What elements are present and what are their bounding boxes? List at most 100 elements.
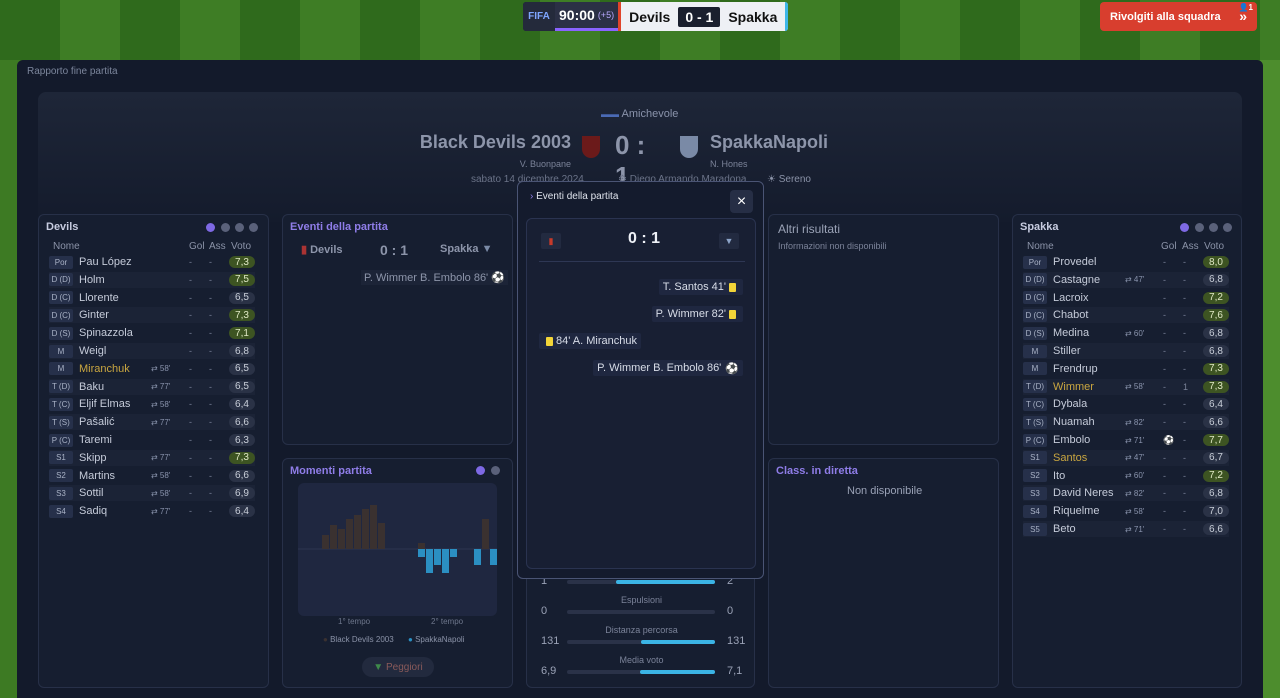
modal-title: › Eventi della partita xyxy=(530,191,619,202)
page-dot[interactable] xyxy=(1209,223,1218,232)
page-dot[interactable] xyxy=(249,223,258,232)
assists-value: - xyxy=(209,452,212,463)
assists-value: - xyxy=(1183,257,1186,267)
goals-value: - xyxy=(1163,363,1166,374)
goals-value: - xyxy=(189,346,192,356)
assists-value: - xyxy=(209,328,212,339)
player-row[interactable]: D (C) Llorente - - 6,5 xyxy=(49,290,255,306)
assists-value: - xyxy=(1183,452,1186,463)
rating-value: 7,2 xyxy=(1203,291,1229,304)
player-name: Dybala xyxy=(1053,398,1088,411)
added-time: (+5) xyxy=(597,10,615,20)
player-row[interactable]: T (S) Pašalić ⇄ 77' - - 6,6 xyxy=(49,414,255,431)
page-dot[interactable] xyxy=(476,466,485,475)
substitution-info: ⇄ 77' xyxy=(151,506,171,516)
rating-value: 6,8 xyxy=(1203,487,1229,500)
stat-away-value: 7,1 xyxy=(727,665,743,677)
page-dot[interactable] xyxy=(491,466,500,475)
player-row[interactable]: S3 Sottil ⇄ 58' - - 6,9 xyxy=(49,485,255,502)
player-name: Martins xyxy=(79,469,116,482)
away-crest-icon: ▼ xyxy=(719,233,739,249)
player-row[interactable]: Por Pau López - - 7,3 xyxy=(49,254,255,270)
ball-icon: ⚽ xyxy=(725,362,739,375)
momentum-bar-home xyxy=(354,515,361,549)
player-row[interactable]: S1 Skipp ⇄ 77' - - 7,3 xyxy=(49,449,255,466)
player-row[interactable]: T (D) Baku ⇄ 77' - - 6,5 xyxy=(49,378,255,395)
modal-score: 0 : 1 xyxy=(628,230,661,247)
goals-value: - xyxy=(1163,524,1166,534)
player-name: Chabot xyxy=(1053,309,1089,322)
player-row[interactable]: S3 David Neres ⇄ 82' - - 6,8 xyxy=(1023,485,1229,502)
player-row[interactable]: T (S) Nuamah ⇄ 82' - - 6,6 xyxy=(1023,414,1229,431)
competition-icon: ▬▬ xyxy=(601,109,622,119)
close-button[interactable]: × xyxy=(730,190,753,213)
player-name: Riquelme xyxy=(1053,505,1100,518)
home-team-name: Devils xyxy=(629,8,671,25)
player-row[interactable]: S2 Martins ⇄ 58' - - 6,6 xyxy=(49,468,255,484)
position-badge: D (S) xyxy=(49,326,73,340)
goals-value: - xyxy=(1163,292,1166,303)
page-dot[interactable] xyxy=(221,223,230,232)
page-dot[interactable] xyxy=(1180,223,1189,232)
position-badge: S5 xyxy=(1023,522,1047,536)
player-name: Miranchuk xyxy=(79,362,130,375)
player-row[interactable]: S4 Sadiq ⇄ 77' - - 6,4 xyxy=(49,503,255,519)
rating-value: 7,0 xyxy=(1203,505,1229,518)
player-row[interactable]: D (C) Lacroix - - 7,2 xyxy=(1023,290,1229,306)
substitution-info: ⇄ 58' xyxy=(151,471,171,481)
player-row[interactable]: T (C) Eljif Elmas ⇄ 58' - - 6,4 xyxy=(49,396,255,412)
page-dot[interactable] xyxy=(206,223,215,232)
player-row[interactable]: D (D) Holm - - 7,5 xyxy=(49,271,255,288)
page-dot[interactable] xyxy=(235,223,244,232)
player-row[interactable]: P (C) Taremi - - 6,3 xyxy=(49,432,255,448)
assists-value: - xyxy=(1183,310,1186,321)
position-badge: T (S) xyxy=(49,415,73,429)
player-row[interactable]: S2 Ito ⇄ 60' - - 7,2 xyxy=(1023,468,1229,484)
panel-title: Devils xyxy=(46,221,79,233)
player-row[interactable]: M Stiller - - 6,8 xyxy=(1023,343,1229,359)
player-row[interactable]: S1 Santos ⇄ 47' - - 6,7 xyxy=(1023,449,1229,466)
momentum-bar-home xyxy=(482,519,489,549)
player-row[interactable]: Por Provedel - - 8,0 xyxy=(1023,254,1229,270)
momentum-bar-away xyxy=(434,549,441,565)
stat-away-value: 131 xyxy=(727,635,746,647)
goals-value: - xyxy=(189,292,192,303)
player-row[interactable]: M Weigl - - 6,8 xyxy=(49,343,255,359)
stat-label: Media voto xyxy=(619,655,664,665)
position-badge: M xyxy=(1023,344,1047,358)
player-name: Holm xyxy=(79,273,105,286)
position-badge: S4 xyxy=(49,504,73,518)
scoreboard-score: 0 - 1 xyxy=(678,6,721,27)
rating-value: 6,5 xyxy=(229,291,255,304)
competition-label: ▬▬ Amichevole xyxy=(601,108,679,120)
assists-value: 1 xyxy=(1183,381,1189,392)
notification-count: 👤1 xyxy=(1238,3,1253,12)
page-dot[interactable] xyxy=(1195,223,1204,232)
chevron-right-icon: › xyxy=(530,191,534,202)
rating-value: 7,7 xyxy=(1203,434,1229,446)
player-row[interactable]: D (C) Ginter - - 7,3 xyxy=(49,307,255,324)
page-dot[interactable] xyxy=(1223,223,1232,232)
player-row[interactable]: S5 Beto ⇄ 71' - - 6,6 xyxy=(1023,521,1229,537)
stats-panel: 1 2 Espulsioni 0 0 Distanza percorsa 131 131 Med… xyxy=(526,560,755,688)
player-row[interactable]: S4 Riquelme ⇄ 58' - - 7,0 xyxy=(1023,503,1229,519)
yellow-card-icon xyxy=(729,309,736,319)
goals-value: - xyxy=(189,399,192,410)
player-row[interactable]: M Miranchuk ⇄ 58' - - 6,5 xyxy=(49,361,255,377)
goals-value: - xyxy=(1163,328,1166,339)
player-row[interactable]: D (S) Spinazzola - - 7,1 xyxy=(49,325,255,341)
position-badge: S1 xyxy=(49,451,73,465)
spakka-ratings-panel: Spakka Nome Gol Ass Voto Por Provedel - - 8,… xyxy=(1012,214,1242,688)
player-row[interactable]: D (C) Chabot - - 7,6 xyxy=(1023,307,1229,324)
event-text: P. Wimmer 82' xyxy=(655,308,726,320)
player-row[interactable]: D (S) Medina ⇄ 60' - - 6,8 xyxy=(1023,325,1229,341)
player-row[interactable]: D (D) Castagne ⇄ 47' - - 6,8 xyxy=(1023,271,1229,288)
player-row[interactable]: T (D) Wimmer ⇄ 58' - 1 7,3 xyxy=(1023,378,1229,395)
player-row[interactable]: M Frendrup - - 7,3 xyxy=(1023,361,1229,377)
talk-to-team-button[interactable]: Rivolgiti alla squadra » 👤1 xyxy=(1100,2,1257,31)
rating-value: 6,5 xyxy=(229,362,255,375)
rating-value: 7,1 xyxy=(229,327,255,340)
player-row[interactable]: P (C) Embolo ⇄ 71' ⚽ - 7,7 xyxy=(1023,432,1229,448)
worst-button[interactable]: ▼ Peggiori xyxy=(362,657,434,677)
player-row[interactable]: T (C) Dybala - - 6,4 xyxy=(1023,396,1229,412)
